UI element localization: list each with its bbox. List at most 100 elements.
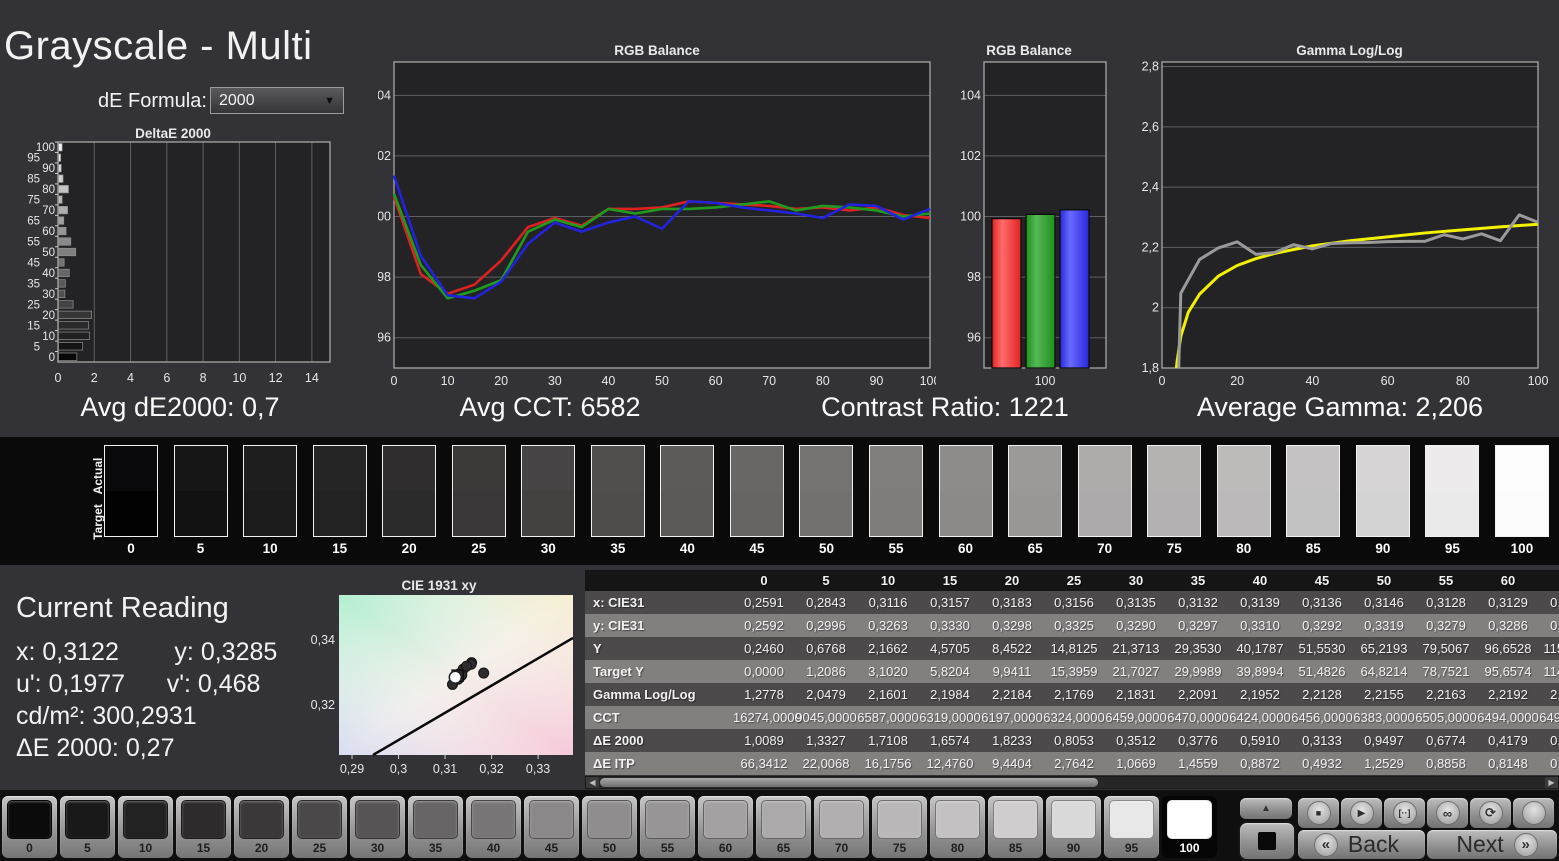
rgb-bar-green (1025, 213, 1056, 369)
chevron-right-icon: » (1513, 832, 1538, 857)
patch-button-label: 65 (776, 841, 791, 855)
refresh-icon: ⟳ (1478, 801, 1503, 825)
svg-text:60: 60 (42, 226, 55, 238)
table-horizontal-scrollbar[interactable]: ◀ ▶ (585, 776, 1559, 789)
table-cell: 6505,0000 (1415, 710, 1477, 725)
svg-text:0,3: 0,3 (390, 762, 407, 776)
table-row: Gamma Log/Log 1,2778 2,0479 2,1601 2,1984 2,2… (585, 683, 1559, 706)
loop-button[interactable]: ∞ (1427, 798, 1468, 828)
swatch-label: 50 (818, 541, 834, 556)
table-row-label: ΔE ITP (593, 756, 635, 771)
svg-text:60: 60 (709, 374, 723, 388)
svg-text:104: 104 (960, 88, 981, 102)
table-cell: 29,9989 (1174, 664, 1222, 679)
swatch-label: 35 (610, 541, 626, 556)
swatch-label: 90 (1375, 541, 1391, 556)
scroll-right-arrow-icon[interactable]: ▶ (1545, 777, 1558, 788)
page-title: Grayscale - Multi (4, 24, 313, 68)
patch-button-20[interactable]: 20 (234, 796, 289, 858)
svg-text:30: 30 (548, 374, 562, 388)
stop-square-icon (1258, 832, 1276, 850)
scroll-left-arrow-icon[interactable]: ◀ (586, 777, 599, 788)
grayscale-swatch-55: 55 (869, 445, 924, 556)
table-cell: 6459,0000 (1105, 710, 1167, 725)
table-cell: 0,3298 (992, 618, 1032, 633)
patch-button-label: 95 (1124, 841, 1139, 855)
table-cell: 6494,0000 (1477, 710, 1539, 725)
patch-button-85[interactable]: 85 (988, 796, 1043, 858)
back-button[interactable]: « Back (1298, 830, 1425, 859)
patch-button-55[interactable]: 55 (640, 796, 695, 858)
svg-text:100: 100 (1528, 374, 1549, 388)
table-cell: 1,7108 (868, 733, 908, 748)
patch-button-100[interactable]: 100 (1162, 796, 1217, 858)
table-row-label: ΔE 2000 (593, 733, 644, 748)
svg-text:100: 100 (1035, 374, 1056, 388)
patch-button-80[interactable]: 80 (930, 796, 985, 858)
deltae-bar-10 (58, 331, 90, 340)
scrollbar-thumb[interactable] (600, 778, 1098, 787)
grayscale-swatch-85: 85 (1286, 445, 1341, 556)
refresh-button[interactable]: ⟳ (1470, 798, 1511, 828)
deltae-bar-40 (58, 268, 70, 278)
table-cell: 16,1756 (864, 756, 912, 771)
step-button[interactable]: [··] (1384, 798, 1425, 828)
patch-button-40[interactable]: 40 (466, 796, 521, 858)
table-cell: 6456,0000 (1291, 710, 1353, 725)
de-formula-dropdown[interactable]: 2000 ▼ (210, 87, 344, 114)
stat-contrast-ratio: Contrast Ratio: 1221 (821, 392, 1069, 422)
cie-chart-title: CIE 1931 xy (401, 578, 477, 593)
grayscale-swatch-0: 0 (104, 445, 158, 556)
table-cell: 0,3279 (1426, 618, 1466, 633)
table-row-label: Gamma Log/Log (593, 687, 696, 702)
table-cell: 51,5530 (1298, 641, 1346, 656)
patch-button-15[interactable]: 15 (176, 796, 231, 858)
current-reading-luminance: cd/m²: 300,2931 (16, 702, 197, 730)
rgb-bar-blue (1059, 209, 1090, 369)
table-cell: 1,2529 (1364, 756, 1404, 771)
table-column-header: 65 (1539, 570, 1559, 591)
patch-window-button[interactable] (1238, 821, 1296, 861)
deltae-bar-5 (58, 342, 84, 351)
patch-button-label: 35 (428, 841, 443, 855)
patch-button-35[interactable]: 35 (408, 796, 463, 858)
swatch-label: 70 (1097, 541, 1113, 556)
grayscale-swatch-35: 35 (590, 445, 645, 556)
deltae-bar-70 (58, 205, 68, 215)
patch-button-5[interactable]: 5 (60, 796, 115, 858)
svg-text:100: 100 (960, 210, 981, 224)
patch-button-10[interactable]: 10 (118, 796, 173, 858)
table-cell: 0,2460 (744, 641, 784, 656)
svg-text:100: 100 (36, 142, 55, 154)
patch-button-0[interactable]: 0 (2, 796, 57, 858)
patch-button-90[interactable]: 90 (1046, 796, 1101, 858)
play-button[interactable]: ▶ (1341, 798, 1382, 828)
patch-button-75[interactable]: 75 (872, 796, 927, 858)
table-cell: 6197,0000 (981, 710, 1043, 725)
next-button[interactable]: Next » (1427, 830, 1557, 859)
table-cell: 0,3128 (1426, 595, 1466, 610)
patch-button-65[interactable]: 65 (756, 796, 811, 858)
patch-button-60[interactable]: 60 (698, 796, 753, 858)
patch-button-30[interactable]: 30 (350, 796, 405, 858)
deltae-bar-25 (58, 300, 74, 309)
patch-button-50[interactable]: 50 (582, 796, 637, 858)
svg-text:80: 80 (42, 184, 55, 196)
table-cell: 2,2192 (1488, 687, 1528, 702)
table-cell: 0,3512 (1116, 733, 1156, 748)
patch-button-label: 85 (1008, 841, 1023, 855)
patch-button-70[interactable]: 70 (814, 796, 869, 858)
grayscale-swatch-40: 40 (660, 445, 715, 556)
patch-button-45[interactable]: 45 (524, 796, 579, 858)
patch-scroll-up-button[interactable]: ▲ (1240, 798, 1292, 819)
svg-text:100: 100 (378, 210, 391, 224)
stop-button[interactable]: ■ (1298, 798, 1339, 828)
grayscale-swatch-60: 60 (938, 445, 993, 556)
grayscale-swatch-100: 100 (1494, 445, 1549, 556)
svg-text:55: 55 (27, 237, 40, 249)
patch-button-95[interactable]: 95 (1104, 796, 1159, 858)
svg-text:50: 50 (655, 374, 669, 388)
table-cell: 0,3129 (1550, 595, 1559, 610)
blank-button[interactable] (1513, 798, 1554, 828)
patch-button-25[interactable]: 25 (292, 796, 347, 858)
